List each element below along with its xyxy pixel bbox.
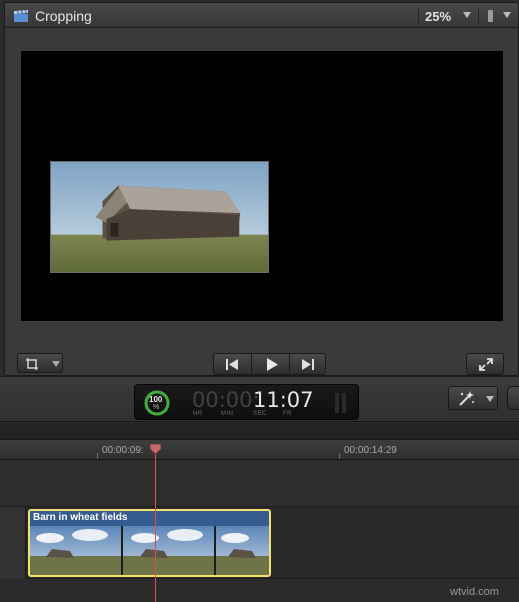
ruler-tick <box>339 453 340 459</box>
magic-wand-icon <box>459 391 474 406</box>
ruler-timecode: 00:00:14:29 <box>344 445 397 456</box>
control-divider <box>251 354 252 374</box>
play-icon[interactable] <box>265 357 279 372</box>
playback-controls <box>213 353 326 375</box>
clip-thumbnail <box>216 526 269 575</box>
control-divider <box>289 354 290 374</box>
viewer-window: Cropping 25% <box>4 2 519 376</box>
video-frame[interactable] <box>50 161 269 273</box>
timeline-header <box>0 423 519 440</box>
percent-sign: % <box>153 404 160 411</box>
playhead-handle[interactable] <box>150 444 161 454</box>
title-divider <box>478 7 479 24</box>
fullscreen-button[interactable] <box>466 353 504 375</box>
clip-filmstrip <box>30 526 269 575</box>
playhead[interactable] <box>155 447 156 602</box>
clapper-icon <box>14 10 28 22</box>
timeline[interactable]: 00:00:09: 00:00:14:29 Barn in wheat fiel… <box>0 423 519 602</box>
transform-chevron-down-icon <box>52 361 60 367</box>
enhancements-button[interactable] <box>448 386 498 410</box>
view-options-icon[interactable] <box>488 10 493 22</box>
timecode-label-fr: FR <box>283 411 292 417</box>
transform-button[interactable] <box>17 353 63 373</box>
meter-bar <box>335 393 339 413</box>
meter-bar <box>342 393 346 413</box>
viewer-title-bar: Cropping 25% <box>5 3 518 28</box>
inspector-button[interactable] <box>507 386 519 410</box>
watermark: wtvid.com <box>450 586 499 598</box>
toolbar-strip: 100 % 00:00: 11:07 HR MIN SEC FR <box>0 376 519 422</box>
next-edit-icon[interactable] <box>301 358 315 371</box>
timecode-label-hr: HR <box>193 411 203 417</box>
background-render-percent: 100 <box>149 395 163 404</box>
track-header <box>0 507 26 579</box>
video-clip[interactable]: Barn in wheat fields <box>28 509 271 577</box>
timeline-ruler[interactable]: 00:00:09: 00:00:14:29 <box>0 440 519 460</box>
title-divider <box>418 7 419 24</box>
timecode-dim: 00:00: <box>192 388 260 412</box>
dashboard[interactable]: 100 % 00:00: 11:07 HR MIN SEC FR <box>134 384 359 420</box>
clip-thumbnail <box>30 526 122 575</box>
viewer-title: Cropping <box>35 8 92 24</box>
timecode-label-min: MIN <box>221 411 234 417</box>
zoom-level[interactable]: 25% <box>425 9 451 24</box>
timeline-lane <box>0 461 519 507</box>
timecode-label-sec: SEC <box>253 411 267 417</box>
timecode-lit: 11:07 <box>253 388 314 412</box>
ruler-tick <box>97 453 98 459</box>
enhancements-chevron-down-icon <box>486 396 494 402</box>
ruler-timecode: 00:00:09: <box>102 445 144 456</box>
viewer-canvas[interactable] <box>21 51 503 321</box>
view-options-chevron-down-icon[interactable] <box>503 12 511 18</box>
zoom-chevron-down-icon[interactable] <box>463 12 471 18</box>
clip-thumbnail <box>123 526 215 575</box>
previous-edit-icon[interactable] <box>225 358 239 371</box>
clip-title: Barn in wheat fields <box>30 511 269 526</box>
fullscreen-icon <box>479 358 493 371</box>
transform-crop-icon <box>26 358 38 370</box>
